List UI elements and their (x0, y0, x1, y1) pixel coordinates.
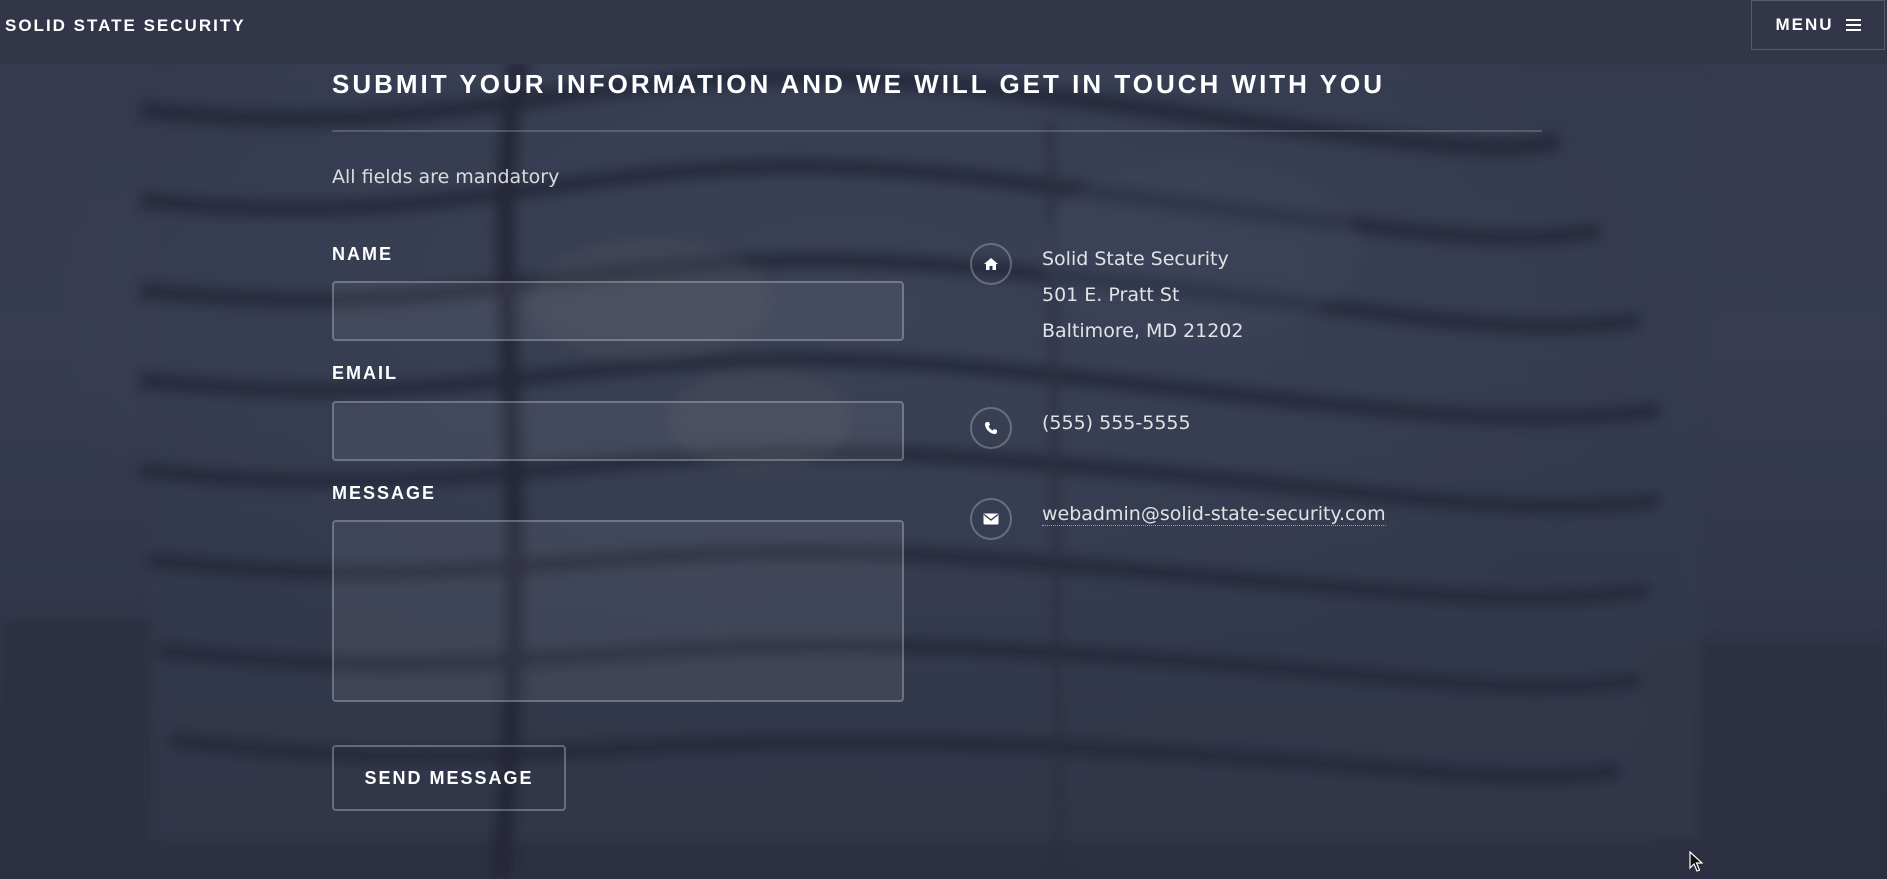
phone-icon (970, 407, 1012, 449)
contact-address: Solid State Security 501 E. Pratt St Bal… (970, 243, 1244, 349)
hamburger-icon (1845, 19, 1861, 31)
phone-text: (555) 555-5555 (1042, 411, 1191, 441)
contact-email: webadmin@solid-state-security.com (970, 498, 1386, 540)
site-header: SOLID STATE SECURITY MENU (0, 0, 1887, 64)
mandatory-note: All fields are mandatory (332, 166, 560, 188)
address-text: Solid State Security 501 E. Pratt St Bal… (1042, 247, 1244, 349)
send-message-button[interactable]: SEND MESSAGE (332, 745, 566, 811)
menu-label: MENU (1775, 15, 1834, 34)
contact-phone: (555) 555-5555 (970, 407, 1191, 449)
mouse-cursor-icon (1689, 850, 1704, 878)
section-title: SUBMIT YOUR INFORMATION AND WE WILL GET … (332, 69, 1386, 99)
email-text: webadmin@solid-state-security.com (1042, 502, 1386, 532)
email-label: EMAIL (332, 363, 398, 383)
message-label: MESSAGE (332, 483, 437, 503)
menu-button[interactable]: MENU (1751, 0, 1885, 50)
envelope-icon (970, 498, 1012, 540)
title-divider (332, 130, 1542, 132)
site-brand[interactable]: SOLID STATE SECURITY (5, 16, 246, 36)
address-line: Baltimore, MD 21202 (1042, 320, 1244, 342)
name-input[interactable] (332, 281, 904, 341)
message-textarea[interactable] (332, 520, 904, 702)
email-link[interactable]: webadmin@solid-state-security.com (1042, 503, 1386, 526)
name-label: NAME (332, 244, 393, 264)
address-line: 501 E. Pratt St (1042, 284, 1180, 306)
address-line: Solid State Security (1042, 248, 1229, 270)
home-icon (970, 243, 1012, 285)
email-input[interactable] (332, 401, 904, 461)
phone-number: (555) 555-5555 (1042, 412, 1191, 434)
